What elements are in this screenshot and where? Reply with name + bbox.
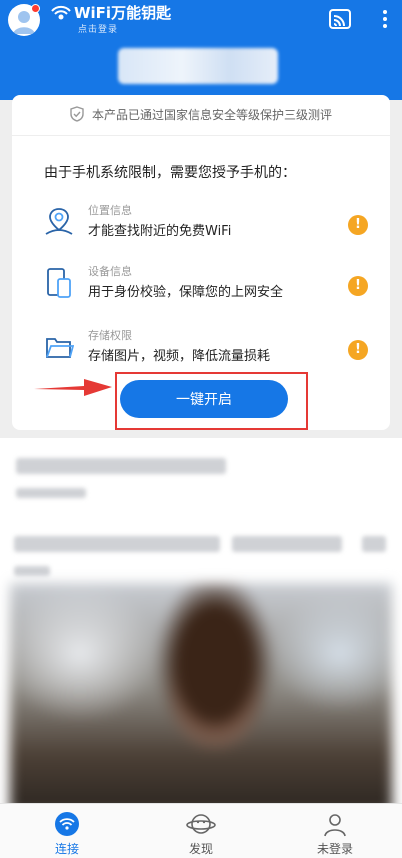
blurred-meta [16,488,86,498]
nav-item-connect[interactable]: 连接 [0,804,134,858]
more-vertical-icon[interactable] [376,8,394,30]
nav-item-account[interactable]: 未登录 [268,804,402,858]
blurred-close [362,536,386,552]
app-header: WiFi万能钥匙 点击登录 [0,0,402,100]
blurred-feed-image[interactable] [10,583,392,803]
warning-icon[interactable]: ! [348,215,368,235]
permission-title: 设备信息 [88,265,132,278]
permission-title: 位置信息 [88,204,132,217]
certification-row: 本产品已通过国家信息安全等级保护三级测评 [12,99,390,129]
warning-icon[interactable]: ! [348,340,368,360]
folder-icon [46,338,74,358]
nav-label: 连接 [54,842,79,856]
notification-badge [31,4,40,13]
nav-item-discover[interactable]: 发现 [134,804,268,858]
red-arrow-icon [34,379,112,396]
permission-item-location: 位置信息 才能查找附近的免费WiFi ! [12,202,390,248]
permission-desc: 才能查找附近的免费WiFi [88,224,232,239]
wifi-logo-icon [51,5,71,20]
permission-title: 存储权限 [88,329,132,342]
device-icon [47,268,71,298]
permission-item-storage: 存储权限 存储图片，视频，降低流量损耗 ! [12,327,390,373]
location-icon [45,208,73,235]
planet-icon [186,814,216,834]
nav-label: 发现 [188,842,213,856]
enable-all-button[interactable]: 一键开启 [120,380,288,418]
nav-label: 未登录 [316,842,353,856]
permission-item-device: 设备信息 用于身份校验，保障您的上网安全 ! [12,263,390,309]
news-feed[interactable] [0,438,402,803]
bottom-nav: 连接 发现 未登录 [0,803,402,858]
wifi-icon [55,812,79,836]
divider [12,135,390,136]
permission-desc: 存储图片，视频，降低流量损耗 [88,349,271,364]
permission-desc: 用于身份校验，保障您的上网安全 [88,285,284,300]
blurred-headline [16,458,226,474]
certification-text: 本产品已通过国家信息安全等级保护三级测评 [91,107,332,122]
app-title: WiFi万能钥匙 [74,4,172,22]
blurred-headline [14,536,220,552]
user-icon [324,814,346,837]
blurred-headline [232,536,342,552]
login-prompt[interactable]: 点击登录 [78,22,118,35]
blurred-network-name [118,48,278,84]
blurred-meta [14,566,50,576]
permission-intro: 由于手机系统限制，需要您授予手机的： [44,165,296,181]
warning-icon[interactable]: ! [348,276,368,296]
screen-cast-icon[interactable] [328,7,352,31]
shield-check-icon [70,106,84,122]
